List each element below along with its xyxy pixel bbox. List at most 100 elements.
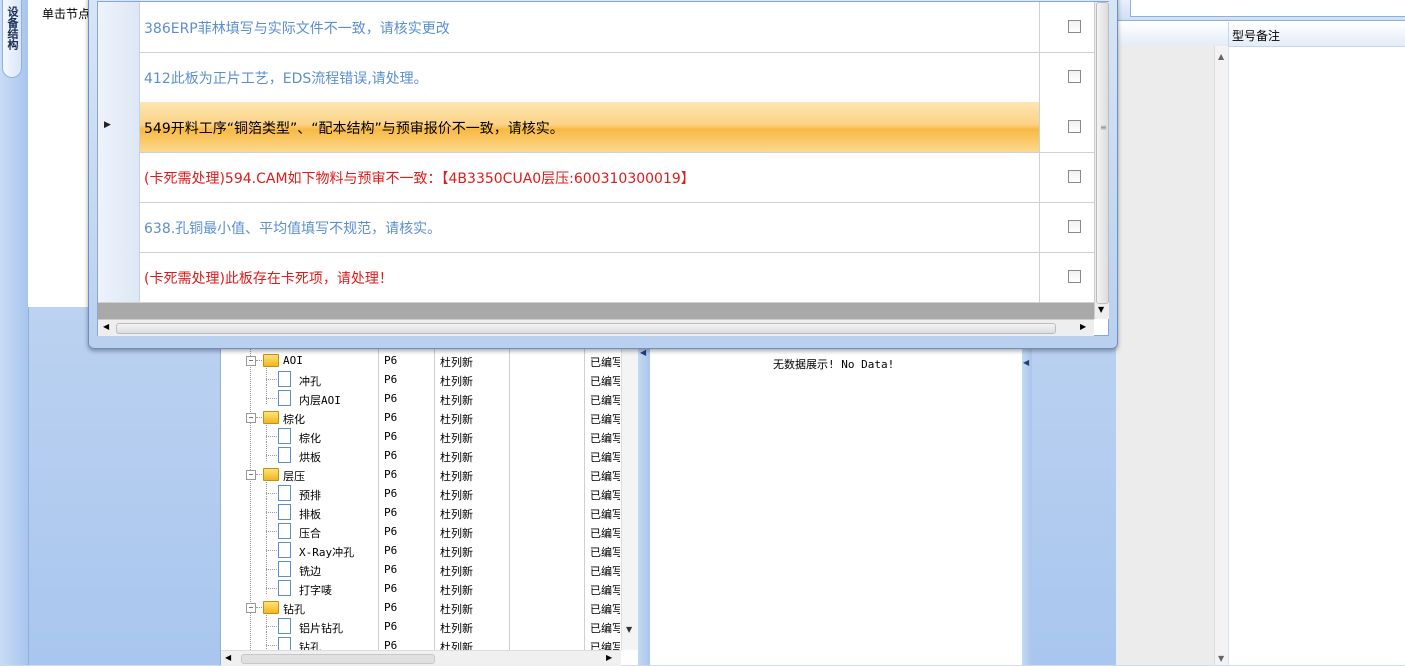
tree-cell-version: P6 — [384, 582, 398, 595]
row-checkbox[interactable] — [1068, 170, 1081, 183]
detail-panel: 无数据展示! No Data! — [650, 340, 1022, 665]
message-row[interactable]: (卡死需处理)此板存在卡死项，请处理！ — [98, 252, 1094, 303]
tree-node-name: AOI — [283, 354, 303, 367]
tree-line — [266, 518, 267, 537]
right-toolbar — [1116, 0, 1405, 21]
left-panel-hint: 单击节点 — [42, 7, 91, 21]
message-row[interactable]: 386ERP菲林填写与实际文件不一致，请核实更改 — [98, 2, 1094, 53]
grid-vertical-scrollbar[interactable]: ≡ ▼ — [1094, 2, 1109, 319]
grid-horizontal-scrollbar[interactable]: ◀ ▶ — [98, 319, 1094, 336]
tree-cell-owner: 杜列新 — [440, 565, 473, 578]
panel-splitter[interactable]: ◀ — [638, 340, 650, 665]
tree-node-name: 烘板 — [299, 451, 321, 464]
collapse-icon[interactable]: − — [246, 356, 256, 366]
scroll-left-icon[interactable]: ◀ — [103, 322, 109, 331]
row-indicator[interactable] — [98, 252, 140, 302]
scroll-down-icon[interactable]: ▼ — [626, 625, 632, 634]
document-icon — [278, 523, 291, 539]
tree-cell-version: P6 — [384, 506, 398, 519]
tree-cell-owner: 杜列新 — [440, 413, 473, 426]
row-checkbox[interactable] — [1068, 220, 1081, 233]
tree-row[interactable]: 排板 P6 杜列新 已编写 — [221, 499, 621, 522]
tree-line — [266, 455, 277, 456]
tree-row[interactable]: − 层压 P6 杜列新 已编写 — [221, 465, 621, 484]
tree-cell-status: 已编写 — [590, 489, 620, 502]
scroll-down-icon[interactable]: ▼ — [1098, 305, 1104, 314]
collapse-icon[interactable]: − — [246, 470, 256, 480]
tree-line — [266, 493, 277, 494]
document-icon — [278, 504, 291, 520]
message-row[interactable]: 638.孔铜最小值、平均值填写不规范，请核实。 — [98, 202, 1094, 253]
tree-cell-status: 已编写 — [590, 470, 620, 483]
no-data-message: 无数据展示! No Data! — [773, 358, 895, 371]
scroll-left-icon[interactable]: ◀ — [225, 653, 231, 662]
collapse-right-icon[interactable]: ◀ — [1023, 358, 1029, 367]
tree-cell-owner: 杜列新 — [440, 451, 473, 464]
tree-line — [266, 537, 267, 556]
document-icon — [278, 580, 291, 596]
tree-node-name: 层压 — [283, 470, 305, 483]
scroll-thumb[interactable] — [116, 323, 1056, 334]
collapse-icon[interactable]: − — [246, 603, 256, 613]
column-header-model-remark[interactable]: 型号备注 — [1232, 27, 1280, 44]
tree-row[interactable]: − 棕化 P6 杜列新 已编写 — [221, 408, 621, 427]
tree-row[interactable]: 烘板 P6 杜列新 已编写 — [221, 442, 621, 465]
row-indicator[interactable] — [98, 2, 140, 52]
tree-row[interactable]: 铣边 P6 杜列新 已编写 — [221, 556, 621, 579]
process-tree-grid: 返薪杜列新已编−AOIP6杜列新已编写冲孔P6杜列新已编写内层AOIP6杜列新已… — [220, 333, 639, 666]
tree-node-name: 打字唛 — [299, 584, 332, 597]
tree-row[interactable]: 棕化 P6 杜列新 已编写 — [221, 423, 621, 446]
tree-row[interactable]: 打字唛 P6 杜列新 已编写 — [221, 575, 621, 598]
tab-device-structure[interactable]: 设备结构 — [2, 0, 22, 78]
tree-cell-owner: 杜列新 — [440, 527, 473, 540]
collapse-icon[interactable]: − — [246, 413, 256, 423]
tree-node-name: 棕化 — [299, 432, 321, 445]
tree-cell-status: 已编写 — [590, 584, 620, 597]
document-icon — [278, 618, 291, 634]
tree-row[interactable]: − 钻孔 P6 杜列新 已编写 — [221, 598, 621, 617]
tree-vertical-scrollbar[interactable]: ▼ — [621, 340, 638, 650]
scroll-up-icon[interactable]: ▲ — [1218, 52, 1224, 61]
row-checkbox[interactable] — [1068, 20, 1081, 33]
panel-splitter-right[interactable]: ◀ — [1022, 340, 1032, 665]
tree-cell-status: 已编写 — [590, 394, 620, 407]
row-indicator[interactable] — [98, 52, 140, 102]
document-icon — [278, 371, 291, 387]
tree-node-name: 排板 — [299, 508, 321, 521]
message-row[interactable]: 412此板为正片工艺，EDS流程错误,请处理。 — [98, 52, 1094, 103]
tree-line — [266, 442, 267, 461]
right-toolbar-field[interactable] — [1130, 0, 1405, 17]
row-indicator[interactable]: ▶ — [98, 102, 140, 152]
row-checkbox[interactable] — [1068, 270, 1081, 283]
scroll-right-icon[interactable]: ▶ — [606, 653, 612, 662]
tree-row[interactable]: 内层AOI P6 杜列新 已编写 — [221, 385, 621, 408]
document-icon — [278, 542, 291, 558]
scroll-thumb[interactable]: ≡ — [1096, 2, 1109, 304]
scroll-down-icon[interactable]: ▼ — [1218, 654, 1224, 663]
tree-row[interactable]: 铝片钻孔 P6 杜列新 已编写 — [221, 613, 621, 636]
tree-row[interactable]: 压合 P6 杜列新 已编写 — [221, 518, 621, 541]
right-vertical-scrollbar[interactable]: ▲ ▼ — [1214, 46, 1229, 665]
tree-cell-owner: 杜列新 — [440, 489, 473, 502]
scroll-thumb[interactable] — [241, 654, 435, 664]
collapse-left-icon[interactable]: ◀ — [640, 348, 646, 357]
row-indicator[interactable] — [98, 152, 140, 202]
tree-horizontal-scrollbar[interactable]: ◀ ▶ — [221, 650, 621, 666]
message-row[interactable]: (卡死需处理)594.CAM如下物料与预审不一致：【4B3350CUA0层压:6… — [98, 152, 1094, 203]
message-row[interactable]: ▶ 549开料工序“铜箔类型”、“配本结构”与预审报价不一致，请核实。 — [98, 102, 1095, 153]
tree-row[interactable]: − AOI P6 杜列新 已编写 — [221, 351, 621, 370]
tree-row[interactable]: 预排 P6 杜列新 已编写 — [221, 480, 621, 503]
tree-node-name: 铣边 — [299, 565, 321, 578]
tree-cell-status: 已编写 — [590, 622, 620, 635]
tree-row[interactable]: 冲孔 P6 杜列新 已编写 — [221, 366, 621, 389]
row-checkbox[interactable] — [1068, 70, 1081, 83]
row-indicator[interactable] — [98, 202, 140, 252]
tree-row[interactable]: X-Ray冲孔 P6 杜列新 已编写 — [221, 537, 621, 560]
tree-cell-status: 已编写 — [590, 413, 620, 426]
tree-cell-status: 已编写 — [590, 508, 620, 521]
scroll-right-icon[interactable]: ▶ — [1080, 322, 1086, 331]
tree-node-name: 冲孔 — [299, 375, 321, 388]
row-checkbox[interactable] — [1068, 120, 1081, 133]
tree-line — [266, 379, 277, 380]
tree-cell-version: P6 — [384, 563, 398, 576]
